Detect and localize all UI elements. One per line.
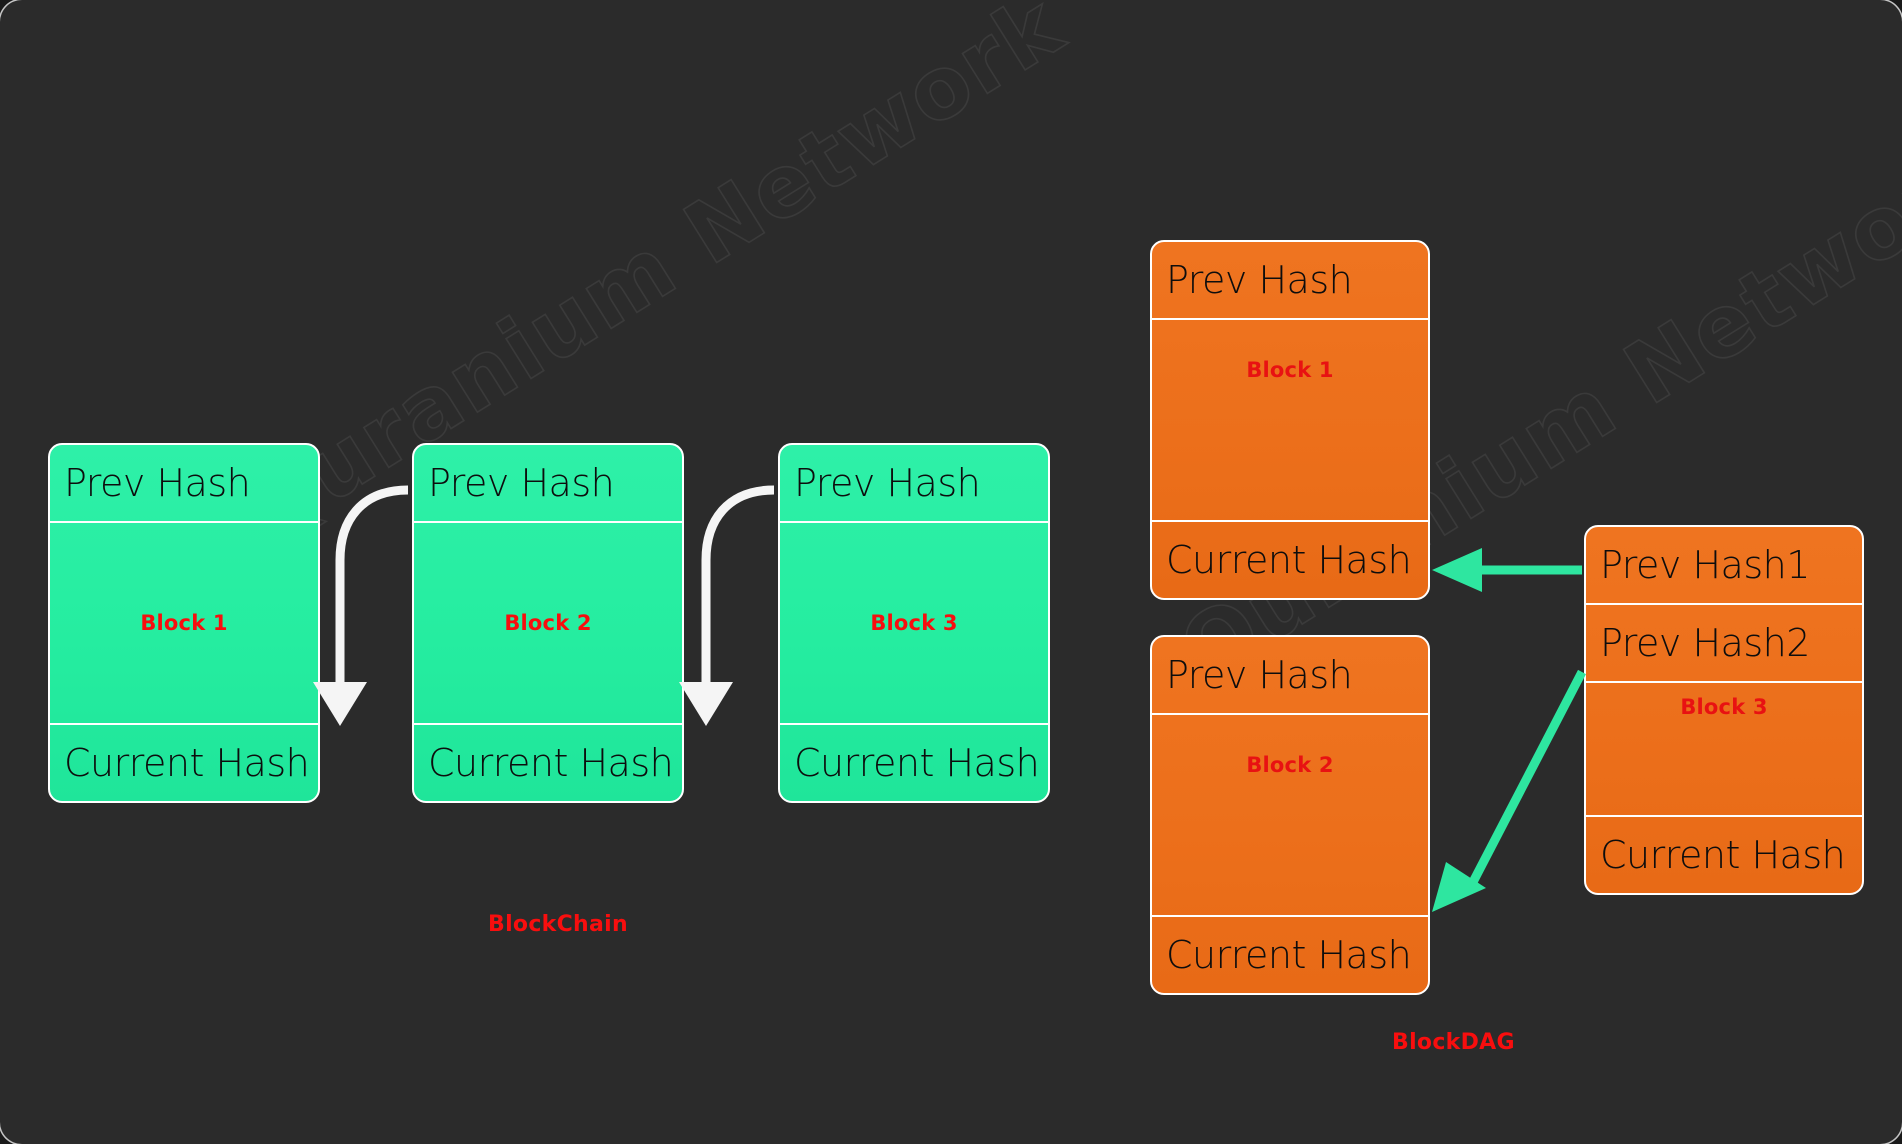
chain-block-2: Prev Hash Block 2 Current Hash (412, 443, 684, 803)
dag-arrow-diagonal-line (1468, 669, 1586, 887)
dag-block-3-prev-hash-1: Prev Hash1 (1586, 527, 1862, 605)
blockdag-caption: BlockDAG (1392, 1030, 1515, 1055)
dag-block-3-body: Block 3 (1586, 683, 1862, 815)
chain-block-3: Prev Hash Block 3 Current Hash (778, 443, 1050, 803)
chain-arrow-1-head (313, 682, 367, 726)
chain-block-3-label: Block 3 (870, 611, 958, 635)
chain-block-1: Prev Hash Block 1 Current Hash (48, 443, 320, 803)
chain-block-1-label: Block 1 (140, 611, 228, 635)
dag-block-1-prev-hash: Prev Hash (1152, 242, 1428, 320)
chain-arrow-1-path (335, 485, 409, 682)
chain-block-1-body: Block 1 (50, 523, 318, 723)
dag-arrow-diagonal-head (1432, 862, 1486, 912)
dag-block-1-current-hash: Current Hash (1152, 520, 1428, 598)
chain-block-2-body: Block 2 (414, 523, 682, 723)
chain-block-3-current-hash: Current Hash (780, 723, 1048, 801)
blockchain-caption: BlockChain (488, 912, 628, 937)
dag-arrow-horizontal-head (1432, 548, 1482, 592)
dag-block-3-prev-hash-2: Prev Hash2 (1586, 605, 1862, 683)
chain-arrow-2-path (701, 485, 775, 682)
dag-block-3-label: Block 3 (1680, 695, 1768, 719)
chain-block-1-prev-hash: Prev Hash (50, 445, 318, 523)
dag-block-1-body: Block 1 (1152, 320, 1428, 520)
dag-block-2: Prev Hash Block 2 Current Hash (1150, 635, 1430, 995)
dag-block-3: Prev Hash1 Prev Hash2 Block 3 Current Ha… (1584, 525, 1864, 895)
chain-block-3-prev-hash: Prev Hash (780, 445, 1048, 523)
diagram-canvas: Quranium Network Quranium Network Prev H… (0, 0, 1902, 1144)
chain-arrow-2-head (679, 682, 733, 726)
dag-block-2-current-hash: Current Hash (1152, 915, 1428, 993)
chain-block-3-body: Block 3 (780, 523, 1048, 723)
dag-block-3-current-hash: Current Hash (1586, 815, 1862, 893)
dag-block-1-label: Block 1 (1246, 358, 1334, 382)
chain-block-2-current-hash: Current Hash (414, 723, 682, 801)
dag-block-2-label: Block 2 (1246, 753, 1334, 777)
dag-block-1: Prev Hash Block 1 Current Hash (1150, 240, 1430, 600)
chain-block-2-label: Block 2 (504, 611, 592, 635)
dag-block-2-prev-hash: Prev Hash (1152, 637, 1428, 715)
chain-block-2-prev-hash: Prev Hash (414, 445, 682, 523)
dag-block-2-body: Block 2 (1152, 715, 1428, 915)
chain-block-1-current-hash: Current Hash (50, 723, 318, 801)
